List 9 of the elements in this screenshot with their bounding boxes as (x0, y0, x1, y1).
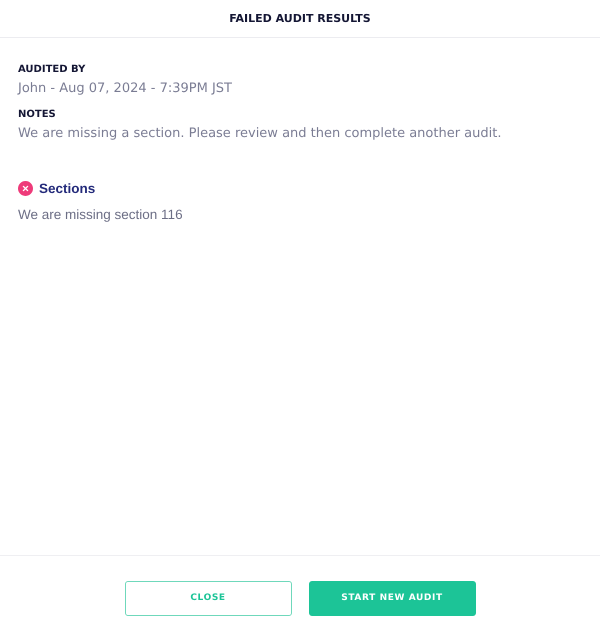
modal-title: FAILED AUDIT RESULTS (229, 12, 371, 25)
field-value: We are missing a section. Please review and then complete another audit. (18, 125, 502, 143)
field-label: AUDITED BY (18, 63, 86, 76)
start-audit-button[interactable]: START NEW AUDIT (308, 580, 476, 616)
field-label: NOTES (18, 108, 57, 121)
field-value: John - Aug 07, 2024 - 7:39PM JST (18, 80, 233, 98)
close-button[interactable]: CLOSE (124, 580, 292, 616)
section-message: We are missing section 116 (18, 207, 184, 222)
section-heading: Sections (39, 181, 96, 196)
